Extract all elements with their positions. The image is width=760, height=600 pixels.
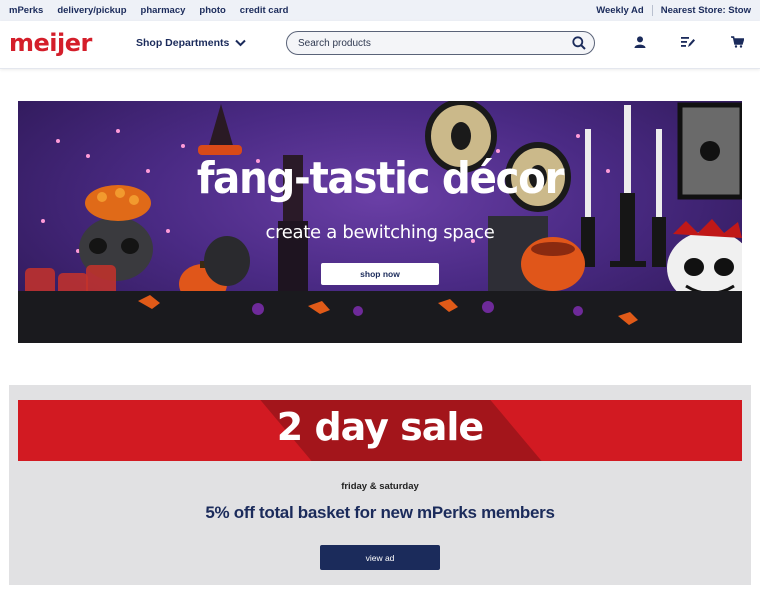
search-box <box>286 31 595 55</box>
sale-banner-title: 2 day sale <box>276 405 484 449</box>
sale-dates: friday & saturday <box>341 481 419 492</box>
search-icon[interactable] <box>572 36 586 50</box>
shop-departments-label: Shop Departments <box>136 37 230 49</box>
hero-headline: fang-tastic décor <box>196 153 565 204</box>
utility-link-pharmacy[interactable]: pharmacy <box>141 5 186 16</box>
shop-departments-button[interactable]: Shop Departments <box>136 37 247 49</box>
list-icon[interactable] <box>681 36 695 48</box>
sale-promo-panel: 2 day sale friday & saturday 5% off tota… <box>9 385 751 585</box>
sale-banner[interactable]: 2 day sale <box>18 400 742 461</box>
site-header: meijer Shop Departments <box>0 21 760 69</box>
nearest-store-link[interactable]: Nearest Store: Stow <box>661 5 751 16</box>
cart-icon[interactable] <box>731 36 744 48</box>
shop-now-button[interactable]: shop now <box>321 263 439 285</box>
utility-bar: mPerks delivery/pickup pharmacy photo cr… <box>0 0 760 21</box>
hero-subline: create a bewitching space <box>265 222 495 243</box>
account-icon[interactable] <box>634 36 646 48</box>
utility-link-mperks[interactable]: mPerks <box>9 5 43 16</box>
divider <box>651 5 653 16</box>
meijer-logo[interactable]: meijer <box>9 29 92 57</box>
view-ad-button[interactable]: view ad <box>320 545 440 570</box>
utility-link-delivery-pickup[interactable]: delivery/pickup <box>57 5 126 16</box>
sale-offer-text: 5% off total basket for new mPerks membe… <box>205 503 555 522</box>
search-input[interactable] <box>298 36 558 50</box>
utility-link-photo[interactable]: photo <box>199 5 225 16</box>
chevron-down-icon <box>235 39 247 47</box>
utility-right: Weekly Ad Nearest Store: Stow <box>596 5 751 16</box>
hero-banner[interactable]: fang-tastic décor create a bewitching sp… <box>18 101 742 343</box>
utility-link-credit-card[interactable]: credit card <box>240 5 289 16</box>
utility-links: mPerks delivery/pickup pharmacy photo cr… <box>9 5 288 16</box>
weekly-ad-link[interactable]: Weekly Ad <box>596 5 644 16</box>
